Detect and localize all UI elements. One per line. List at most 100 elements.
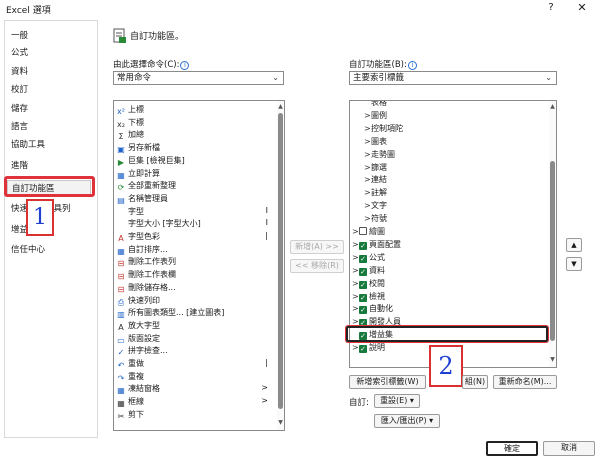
- ribbon-tree-item[interactable]: >✓ 校閱: [352, 278, 385, 289]
- sidebar-item-advanced[interactable]: 進階: [11, 158, 95, 174]
- ribbon-tree-item[interactable]: >走勢圖: [364, 149, 395, 160]
- tab-checkbox[interactable]: ✓: [359, 241, 367, 250]
- ribbon-tree-item[interactable]: >✓ 資料: [352, 265, 385, 276]
- command-item[interactable]: ⎙ 快速列印: [116, 295, 160, 307]
- ribbon-tree-item[interactable]: 表格: [364, 101, 387, 108]
- tab-checkbox[interactable]: ✓: [359, 254, 367, 263]
- command-item[interactable]: ✓ 拼字檢查...: [116, 345, 168, 357]
- tree-scrollbar[interactable]: ▲ ▼: [549, 101, 556, 367]
- expand-chevron-icon[interactable]: >: [352, 278, 359, 289]
- command-item[interactable]: ▣ 另存新檔: [116, 142, 160, 154]
- expand-chevron-icon[interactable]: >: [364, 162, 371, 173]
- info-icon[interactable]: i: [180, 61, 190, 70]
- expand-chevron-icon[interactable]: >: [352, 291, 359, 302]
- sidebar-item-language[interactable]: 語言: [11, 119, 95, 135]
- command-item[interactable]: x² 上標: [116, 104, 144, 116]
- sidebar-item-data[interactable]: 資料: [11, 64, 95, 80]
- expand-chevron-icon[interactable]: >: [364, 149, 371, 160]
- expand-chevron-icon[interactable]: >: [364, 136, 371, 147]
- ribbon-tree-item[interactable]: >註解: [364, 187, 387, 198]
- tab-checkbox[interactable]: ✓: [359, 267, 367, 276]
- command-item[interactable]: ▦ 自訂排序...: [116, 244, 167, 256]
- command-item[interactable]: A 放大字型: [116, 320, 160, 332]
- command-item[interactable]: 字型大小 [字型大小]: [116, 218, 201, 229]
- expand-chevron-icon[interactable]: >: [364, 187, 371, 198]
- commands-scroll-thumb[interactable]: [278, 113, 283, 409]
- rename-button[interactable]: 重新命名(M)...: [493, 375, 557, 389]
- command-item[interactable]: ▤ 名稱管理員: [116, 193, 168, 205]
- command-item[interactable]: ⟳ 全部重新整理: [116, 180, 176, 192]
- command-item[interactable]: ⊟ 刪除工作表欄: [116, 269, 176, 281]
- command-item[interactable]: ✂ 剪下: [116, 409, 144, 421]
- command-item[interactable]: 字型: [116, 206, 144, 217]
- expand-chevron-icon[interactable]: >: [364, 200, 371, 211]
- command-item[interactable]: ↷ 重複: [116, 371, 144, 383]
- expand-chevron-icon[interactable]: >: [352, 265, 359, 276]
- choose-commands-dropdown[interactable]: 常用命令 ⌄: [113, 71, 284, 85]
- customize-ribbon-dropdown[interactable]: 主要索引標籤 ⌄: [349, 71, 557, 85]
- command-item[interactable]: ▦ 框線: [116, 396, 144, 408]
- ribbon-tree-item[interactable]: >✓ 說明: [352, 342, 385, 354]
- command-item[interactable]: ⊟ 刪除儲存格...: [116, 282, 176, 294]
- ribbon-tree-item[interactable]: >✓ 自動化: [352, 303, 393, 315]
- scroll-up-icon[interactable]: ▲: [549, 103, 556, 110]
- ribbon-tree-item[interactable]: >控制項陀: [364, 123, 403, 134]
- ribbon-tree-item[interactable]: >符號: [364, 213, 387, 224]
- sidebar-item-accessibility[interactable]: 協助工具: [11, 137, 95, 153]
- add-button[interactable]: 新增(A) >>: [290, 240, 344, 254]
- command-item[interactable]: ▶ 巨集 [檢視巨集]: [116, 155, 185, 167]
- ribbon-tree-item[interactable]: > 繪圖: [352, 226, 385, 237]
- scroll-up-icon[interactable]: ▲: [277, 103, 284, 110]
- new-group-button[interactable]: 組(N): [462, 375, 488, 389]
- expand-chevron-icon[interactable]: >: [352, 252, 359, 263]
- remove-button[interactable]: << 移除(R): [290, 259, 344, 273]
- expand-chevron-icon[interactable]: >: [352, 226, 359, 237]
- ribbon-tree-item[interactable]: >圖例: [364, 110, 387, 121]
- ribbon-tree-item[interactable]: >文字: [364, 200, 387, 211]
- sidebar-item-save[interactable]: 儲存: [11, 101, 95, 117]
- move-down-button[interactable]: ▼: [566, 257, 582, 271]
- command-item[interactable]: x₂ 下標: [116, 117, 144, 129]
- tab-checkbox[interactable]: [359, 227, 367, 235]
- tab-checkbox[interactable]: ✓: [359, 345, 367, 354]
- scroll-down-icon[interactable]: ▼: [549, 356, 556, 363]
- help-button[interactable]: ?: [544, 2, 558, 16]
- tab-checkbox[interactable]: ✓: [359, 280, 367, 289]
- command-item[interactable]: ↶ 重做: [116, 358, 144, 370]
- command-item[interactable]: Σ 加總: [116, 129, 144, 141]
- ribbon-tree-item[interactable]: >圖表: [364, 136, 387, 147]
- info-icon[interactable]: i: [407, 61, 417, 70]
- expand-chevron-icon[interactable]: >: [364, 123, 371, 134]
- command-item[interactable]: ⊟ 刪除工作表列: [116, 256, 176, 268]
- commands-list[interactable]: ▲ ▼ x² 上標 x₂ 下標 Σ 加總 ▣ 另存新檔 ▶ 巨集 [檢視巨集] ▦ 立即計算 ⟳ 全部重新…: [113, 100, 285, 431]
- reset-dropdown-button[interactable]: 重設(E) ▾: [374, 394, 420, 408]
- new-tab-button[interactable]: 新增索引標籤(W): [349, 375, 426, 389]
- tree-scroll-thumb[interactable]: [550, 161, 555, 341]
- expand-chevron-icon[interactable]: >: [352, 342, 359, 353]
- close-button[interactable]: ✕: [574, 1, 590, 17]
- command-item[interactable]: ▦ 立即計算: [116, 168, 160, 180]
- sidebar-item-trust-center[interactable]: 信任中心: [11, 242, 95, 258]
- command-item[interactable]: ▥ 所有圖表類型... [建立圖表]: [116, 307, 224, 319]
- move-up-button[interactable]: ▲: [566, 238, 582, 252]
- commands-scrollbar[interactable]: ▲ ▼: [277, 101, 284, 430]
- expand-chevron-icon[interactable]: >: [364, 110, 371, 121]
- ribbon-tree-item[interactable]: >篩選: [364, 162, 387, 173]
- scroll-down-icon[interactable]: ▼: [277, 419, 284, 426]
- ribbon-tree-item[interactable]: >連結: [364, 174, 387, 185]
- import-export-dropdown-button[interactable]: 匯入/匯出(P) ▾: [374, 414, 440, 428]
- sidebar-item-proofing[interactable]: 校訂: [11, 82, 95, 98]
- expand-chevron-icon[interactable]: >: [352, 239, 359, 250]
- sidebar-item-formulas[interactable]: 公式: [11, 45, 95, 61]
- ribbon-tree-item[interactable]: >✓ 頁面配置: [352, 239, 401, 250]
- ribbon-tree-item[interactable]: >✓ 公式: [352, 252, 385, 263]
- tab-checkbox[interactable]: ✓: [359, 306, 367, 315]
- cancel-button[interactable]: 取消: [543, 441, 595, 456]
- command-item[interactable]: A 字型色彩: [116, 231, 160, 243]
- sidebar-item-general[interactable]: 一般: [11, 28, 95, 44]
- expand-chevron-icon[interactable]: >: [352, 303, 359, 314]
- tab-checkbox[interactable]: ✓: [359, 293, 367, 302]
- expand-chevron-icon[interactable]: >: [364, 213, 371, 224]
- command-item[interactable]: ▭ 版面設定: [116, 333, 160, 345]
- command-item[interactable]: ▦ 凍結窗格: [116, 383, 160, 395]
